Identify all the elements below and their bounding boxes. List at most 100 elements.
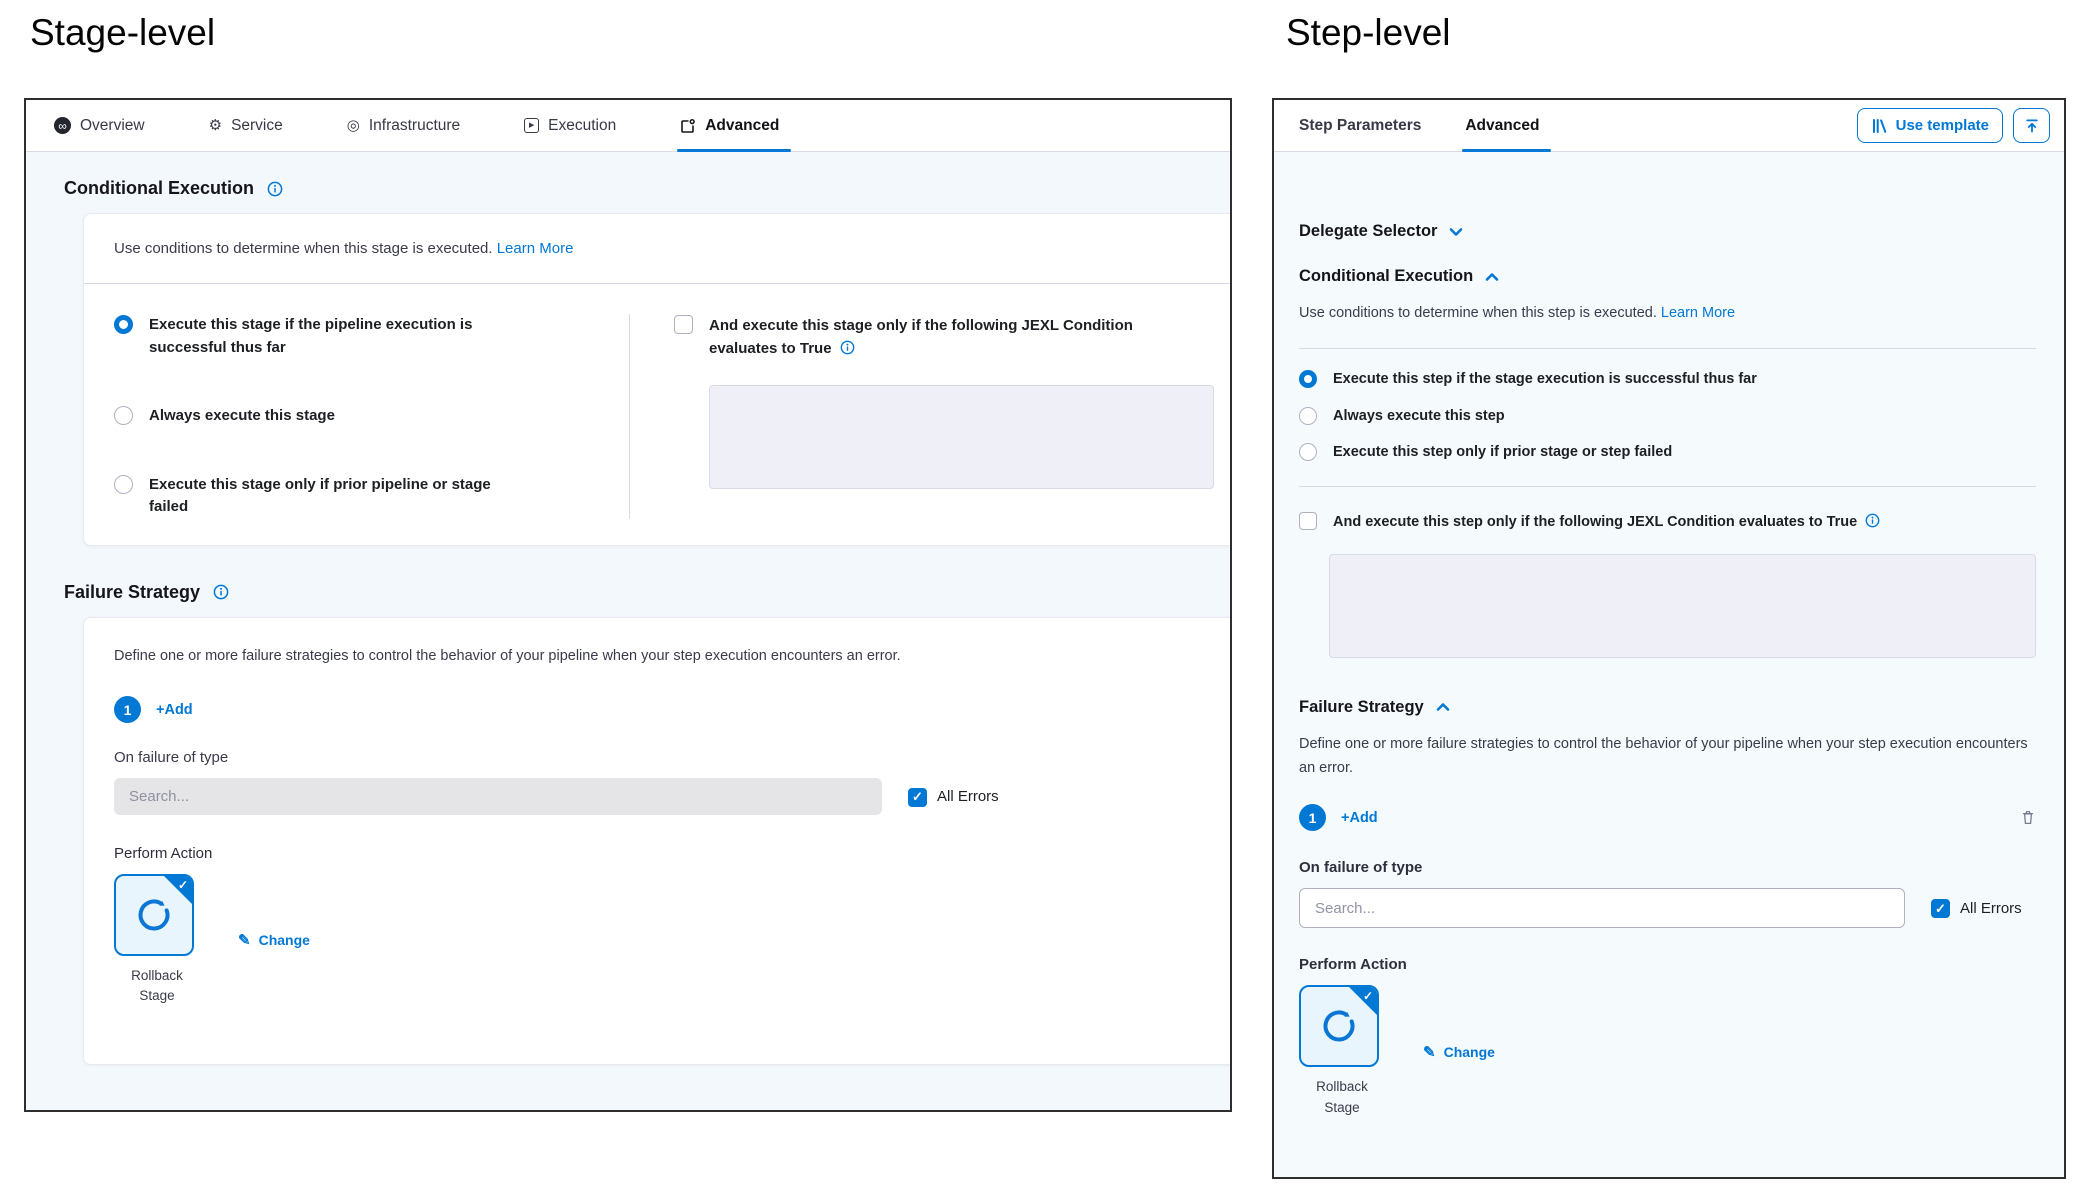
radio-option-success-label: Execute this stage if the pipeline execu… xyxy=(149,314,499,359)
divider xyxy=(84,283,1232,284)
stage-panel: ∞ Overview ⚙ Service ◎ Infrastructure ▶ … xyxy=(24,98,1232,1112)
info-icon[interactable] xyxy=(840,340,855,355)
conditional-execution-columns: Execute this stage if the pipeline execu… xyxy=(114,314,1214,519)
all-errors-checkbox-row[interactable]: ✓ All Errors xyxy=(1931,898,2022,918)
conditional-execution-description: Use conditions to determine when this st… xyxy=(1299,302,2036,326)
all-errors-label: All Errors xyxy=(937,788,999,805)
chevron-up-icon xyxy=(1436,702,1450,712)
failure-strategy-heading-label: Failure Strategy xyxy=(64,582,200,603)
radio-selected-icon[interactable] xyxy=(1299,370,1317,388)
radio-option-failed[interactable]: Execute this step only if prior stage or… xyxy=(1299,442,2036,464)
radio-icon[interactable] xyxy=(114,475,133,494)
header-buttons: Use template xyxy=(1857,108,2050,143)
jexl-condition-input[interactable] xyxy=(709,385,1214,489)
step-tabbar: Step Parameters Advanced Use template xyxy=(1274,100,2064,152)
change-action-link[interactable]: ✎ Change xyxy=(238,931,310,949)
jexl-condition-input[interactable] xyxy=(1329,554,2036,658)
jexl-checkbox[interactable] xyxy=(1299,512,1317,530)
jexl-label-text: And execute this step only if the follow… xyxy=(1333,514,1857,530)
failure-strategy-description: Define one or more failure strategies to… xyxy=(1299,733,2036,781)
radio-icon[interactable] xyxy=(1299,443,1317,461)
radio-option-success-label: Execute this step if the stage execution… xyxy=(1333,369,1757,391)
jexl-label-text: And execute this stage only if the follo… xyxy=(709,317,1133,357)
tab-infrastructure[interactable]: ◎ Infrastructure xyxy=(347,100,460,151)
step-level-title: Step-level xyxy=(1286,12,1451,54)
radio-option-failed[interactable]: Execute this stage only if prior pipelin… xyxy=(114,474,629,519)
use-template-button[interactable]: Use template xyxy=(1857,108,2003,143)
perform-action-label: Perform Action xyxy=(114,845,1214,862)
change-action-link[interactable]: ✎ Change xyxy=(1423,1043,1495,1061)
conditional-execution-description-text: Use conditions to determine when this st… xyxy=(114,240,493,257)
jexl-label: And execute this step only if the follow… xyxy=(1333,511,1880,533)
all-errors-checkbox[interactable]: ✓ xyxy=(1931,899,1950,918)
learn-more-link[interactable]: Learn More xyxy=(497,240,574,257)
jexl-column: And execute this stage only if the follo… xyxy=(630,314,1214,519)
radio-option-failed-label: Execute this step only if prior stage or… xyxy=(1333,442,1672,464)
tab-advanced-label: Advanced xyxy=(1465,117,1539,135)
divider xyxy=(1299,486,2036,487)
active-tab-underline xyxy=(677,149,791,152)
conditional-execution-description: Use conditions to determine when this st… xyxy=(114,240,1214,257)
failure-type-search-input[interactable] xyxy=(114,778,882,815)
all-errors-checkbox-row[interactable]: ✓ All Errors xyxy=(908,787,999,807)
upload-icon xyxy=(2024,118,2040,134)
active-tab-underline xyxy=(1462,149,1551,152)
strategy-count-badge[interactable]: 1 xyxy=(1299,804,1326,831)
strategy-count-badge[interactable]: 1 xyxy=(114,696,141,723)
tab-service-label: Service xyxy=(231,117,283,135)
conditional-execution-heading: Conditional Execution xyxy=(64,178,1230,199)
info-icon[interactable] xyxy=(1865,513,1880,528)
radio-icon[interactable] xyxy=(1299,407,1317,425)
add-strategy-button[interactable]: +Add xyxy=(156,702,193,718)
tab-advanced[interactable]: Advanced xyxy=(680,100,779,151)
info-icon[interactable] xyxy=(213,584,229,600)
tab-execution[interactable]: ▶ Execution xyxy=(524,100,616,151)
radio-option-always-label: Always execute this stage xyxy=(149,405,335,428)
change-action-label: Change xyxy=(259,932,310,948)
radio-option-always[interactable]: Always execute this stage xyxy=(114,405,629,428)
learn-more-link[interactable]: Learn More xyxy=(1661,305,1735,321)
perform-action-row: ✓ Rollback Stage ✎ Change xyxy=(1299,985,2036,1118)
tab-service[interactable]: ⚙ Service xyxy=(209,100,283,151)
failure-strategy-toggle[interactable]: Failure Strategy xyxy=(1299,698,2036,717)
rollback-stage-tile[interactable]: ✓ xyxy=(114,874,194,956)
delete-strategy-icon[interactable] xyxy=(2020,809,2036,826)
info-icon[interactable] xyxy=(267,181,283,197)
jexl-label: And execute this stage only if the follo… xyxy=(709,314,1199,361)
all-errors-checkbox[interactable]: ✓ xyxy=(908,788,927,807)
radio-option-always[interactable]: Always execute this step xyxy=(1299,406,2036,428)
conditional-execution-card: Use conditions to determine when this st… xyxy=(83,213,1232,546)
advanced-icon xyxy=(680,118,696,134)
radio-icon[interactable] xyxy=(114,406,133,425)
jexl-checkbox-row[interactable]: And execute this stage only if the follo… xyxy=(674,314,1214,361)
failure-strategy-label: Failure Strategy xyxy=(1299,698,1424,717)
radio-option-success[interactable]: Execute this stage if the pipeline execu… xyxy=(114,314,629,359)
perform-action-label: Perform Action xyxy=(1299,956,2036,973)
stage-level-title: Stage-level xyxy=(30,12,215,54)
failure-type-search-input[interactable] xyxy=(1299,888,1905,928)
execution-icon: ▶ xyxy=(524,118,539,133)
on-failure-of-type-label: On failure of type xyxy=(1299,859,2036,876)
step-condition-radio-group: Execute this step if the stage execution… xyxy=(1299,369,2036,464)
add-strategy-button[interactable]: +Add xyxy=(1341,810,1378,826)
tab-advanced[interactable]: Advanced xyxy=(1465,100,1539,151)
tab-step-parameters[interactable]: Step Parameters xyxy=(1299,100,1421,151)
strategy-badge-row: 1 +Add xyxy=(114,696,1214,723)
conditional-execution-label: Conditional Execution xyxy=(1299,267,1473,286)
upload-button[interactable] xyxy=(2013,108,2050,143)
all-errors-label: All Errors xyxy=(1960,900,2022,917)
infrastructure-icon: ◎ xyxy=(347,118,360,133)
tab-overview[interactable]: ∞ Overview xyxy=(54,100,145,151)
delegate-selector-toggle[interactable]: Delegate Selector xyxy=(1299,222,2036,241)
jexl-checkbox[interactable] xyxy=(674,315,693,334)
failure-type-row: ✓ All Errors xyxy=(1299,888,2036,928)
radio-selected-icon[interactable] xyxy=(114,315,133,334)
conditional-execution-description-text: Use conditions to determine when this st… xyxy=(1299,305,1657,321)
failure-strategy-heading: Failure Strategy xyxy=(64,582,1230,603)
tab-overview-label: Overview xyxy=(80,117,145,135)
conditional-execution-toggle[interactable]: Conditional Execution xyxy=(1299,267,2036,286)
radio-option-success[interactable]: Execute this step if the stage execution… xyxy=(1299,369,2036,391)
selected-check-icon: ✓ xyxy=(178,878,188,892)
jexl-checkbox-row[interactable]: And execute this step only if the follow… xyxy=(1299,511,2036,533)
rollback-stage-tile[interactable]: ✓ xyxy=(1299,985,1379,1067)
